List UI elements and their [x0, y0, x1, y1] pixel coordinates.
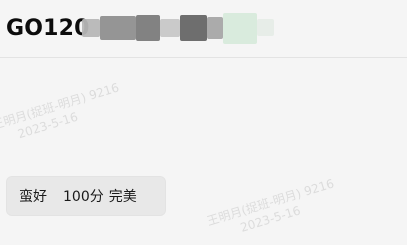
header-bar: GO120 [0, 0, 407, 58]
watermark: 王明月(捉班-明月) 9216 2023-5-16 [205, 175, 341, 244]
watermark: 王明月(捉班-明月) 9216 2023-5-16 [0, 79, 126, 148]
mosaic-block [82, 19, 100, 37]
rating-group: 蛮好 [19, 186, 47, 206]
page-title: GO120 [6, 13, 90, 43]
score-group: 100分 完美 [63, 186, 137, 206]
watermark-name: 王明月(捉班-明月) 9216 [205, 176, 336, 229]
page-title-text: GO120 [6, 15, 90, 41]
mosaic-block [180, 15, 207, 41]
review-card: 蛮好 100分 完美 [6, 176, 166, 216]
redacted-title-area [82, 12, 274, 46]
mosaic-block [257, 19, 274, 36]
score-value: 100分 [63, 189, 104, 205]
watermark-date: 2023-5-16 [16, 109, 80, 142]
mosaic-block [223, 13, 257, 44]
mosaic-block [160, 19, 180, 37]
rating-label: 蛮好 [19, 189, 47, 205]
mosaic-block [136, 15, 160, 41]
mosaic-block [207, 17, 223, 39]
watermark-date: 2023-5-16 [238, 203, 303, 235]
mosaic-block [100, 16, 136, 40]
summary-label: 完美 [108, 189, 137, 205]
watermark-name: 王明月(捉班-明月) 9216 [0, 80, 121, 133]
